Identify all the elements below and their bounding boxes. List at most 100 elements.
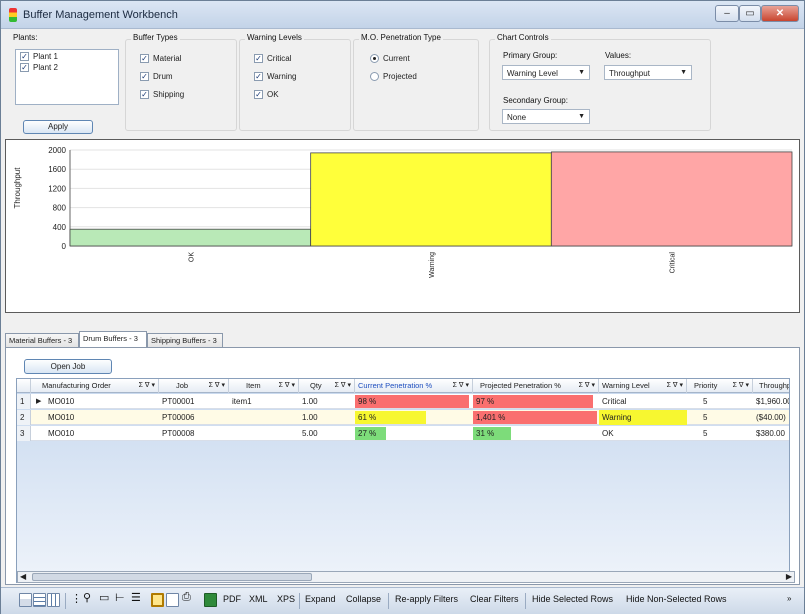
export-xml-button[interactable]: XML [249, 594, 268, 604]
save-icon[interactable] [151, 593, 164, 607]
find-icon[interactable]: ⚲ [83, 591, 91, 604]
cell-throughput[interactable]: ($40.00) [753, 410, 789, 425]
buffer-shipping-checkbox[interactable]: ✓ Shipping [140, 90, 184, 99]
filter-row-icon[interactable]: ▭ [99, 591, 109, 604]
collapse-button[interactable]: Collapse [346, 594, 381, 604]
plant-1-checkbox[interactable]: ✓ Plant 1 [20, 52, 114, 61]
projected-radio[interactable]: Projected [370, 72, 417, 81]
plant-2-checkbox[interactable]: ✓ Plant 2 [20, 63, 114, 72]
column-header-manufacturing-order[interactable]: Manufacturing Order Σ ∇ ▾ [31, 379, 159, 393]
export-xps-button[interactable]: XPS [277, 594, 295, 604]
primary-group-label: Primary Group: [503, 51, 558, 60]
cell-priority[interactable]: 5 [687, 394, 753, 409]
level-ok-checkbox[interactable]: ✓ OK [254, 90, 279, 99]
cell-warning-level[interactable]: OK [599, 426, 687, 441]
cell-job[interactable]: PT00001 [159, 394, 229, 409]
secondary-group-select[interactable]: None ▼ [502, 109, 590, 124]
column-chooser-icon[interactable] [47, 593, 60, 607]
level-warning-checkbox[interactable]: ✓ Warning [254, 72, 297, 81]
row-number[interactable]: 1 [17, 394, 31, 409]
tab-shipping-buffers[interactable]: Shipping Buffers - 3 [147, 333, 223, 347]
cell-priority[interactable]: 5 [687, 426, 753, 441]
sum-filter-icon[interactable]: Σ ∇ ▾ [453, 379, 469, 393]
buffers-grid[interactable]: Manufacturing Order Σ ∇ ▾ Job Σ ∇ ▾ Item Σ … [16, 378, 790, 583]
cell-job[interactable]: PT00006 [159, 410, 229, 425]
values-select[interactable]: Throughput ▼ [604, 65, 692, 80]
cell-priority[interactable]: 5 [687, 410, 753, 425]
tree-icon[interactable]: ⊢ [115, 591, 125, 604]
apply-button[interactable]: Apply [23, 120, 93, 134]
column-header-job[interactable]: Job Σ ∇ ▾ [159, 379, 229, 393]
cell-qty[interactable]: 5.00 [299, 426, 355, 441]
tab-material-buffers[interactable]: Material Buffers - 3 [5, 333, 79, 347]
cell-current-penetration[interactable]: 61 % [355, 410, 473, 425]
grid-view-icon[interactable] [19, 593, 32, 607]
sum-filter-icon[interactable]: Σ ∇ ▾ [667, 379, 683, 393]
cell-warning-level[interactable]: Critical [599, 394, 687, 409]
sum-filter-icon[interactable]: Σ ∇ ▾ [279, 379, 295, 393]
sum-filter-icon[interactable]: Σ ∇ ▾ [733, 379, 749, 393]
row-number[interactable]: 2 [17, 410, 31, 425]
current-radio[interactable]: Current [370, 54, 410, 63]
column-header-warning-level[interactable]: Warning Level Σ ∇ ▾ [599, 379, 687, 393]
cell-manufacturing-order[interactable]: MO010 [45, 426, 157, 441]
table-row[interactable]: 2 MO010 PT00006 1.00 61 % 1,401 % Warning 5 ($40… [17, 410, 789, 425]
cell-item[interactable] [229, 426, 299, 441]
hide-non-selected-rows-button[interactable]: Hide Non-Selected Rows [626, 594, 727, 604]
scroll-left-icon[interactable]: ◀ [20, 572, 26, 581]
cell-throughput[interactable]: $380.00 [753, 426, 789, 441]
column-header-throughput[interactable]: Throughput [753, 379, 789, 393]
cell-current-penetration[interactable]: 27 % [355, 426, 473, 441]
close-button[interactable]: ✕ [761, 5, 799, 22]
excel-icon[interactable] [204, 593, 217, 607]
column-header-priority[interactable]: Priority Σ ∇ ▾ [687, 379, 753, 393]
cell-projected-penetration[interactable]: 1,401 % [473, 410, 599, 425]
reapply-filters-button[interactable]: Re-apply Filters [395, 594, 458, 604]
column-header-qty[interactable]: Qty Σ ∇ ▾ [299, 379, 355, 393]
table-row[interactable]: 3 MO010 PT00008 5.00 27 % 31 % OK 5 $380.00 [17, 426, 789, 441]
hide-selected-rows-button[interactable]: Hide Selected Rows [532, 594, 613, 604]
column-header-current-penetration[interactable]: Current Penetration % Σ ∇ ▾ [355, 379, 473, 393]
scrollbar-thumb[interactable] [32, 573, 312, 581]
cell-item[interactable] [229, 410, 299, 425]
level-critical-checkbox[interactable]: ✓ Critical [254, 54, 291, 63]
export-pdf-button[interactable]: PDF [223, 594, 241, 604]
row-number[interactable]: 3 [17, 426, 31, 441]
print-icon[interactable]: ⎙ [182, 591, 191, 604]
cell-warning-level[interactable]: Warning [599, 410, 687, 425]
minimize-button[interactable]: – [715, 5, 739, 22]
sum-filter-icon[interactable]: Σ ∇ ▾ [335, 379, 351, 393]
sum-filter-icon[interactable]: Σ ∇ ▾ [579, 379, 595, 393]
cell-manufacturing-order[interactable]: MO010 [45, 394, 157, 409]
horizontal-scrollbar[interactable]: ◀ ▶ [17, 571, 795, 583]
expand-button[interactable]: Expand [305, 594, 336, 604]
table-view-icon[interactable] [33, 593, 46, 607]
cell-projected-penetration[interactable]: 31 % [473, 426, 599, 441]
primary-group-select[interactable]: Warning Level ▼ [502, 65, 590, 80]
column-header-projected-penetration[interactable]: Projected Penetration % Σ ∇ ▾ [473, 379, 599, 393]
buffer-drum-checkbox[interactable]: ✓ Drum [140, 72, 173, 81]
open-job-button[interactable]: Open Job [24, 359, 112, 374]
main-window: Buffer Management Workbench – ▭ ✕ Plants… [0, 0, 805, 614]
cell-throughput[interactable]: $1,960.00 [753, 394, 789, 409]
sum-filter-icon[interactable]: Σ ∇ ▾ [209, 379, 225, 393]
tab-drum-buffers[interactable]: Drum Buffers - 3 [79, 331, 147, 347]
scroll-right-icon[interactable]: ▶ [786, 572, 792, 581]
group-by-icon[interactable]: ☰ [131, 591, 141, 604]
cell-manufacturing-order[interactable]: MO010 [45, 410, 157, 425]
cell-projected-penetration[interactable]: 97 % [473, 394, 599, 409]
cell-item[interactable]: item1 [229, 394, 299, 409]
clear-filters-button[interactable]: Clear Filters [470, 594, 519, 604]
buffer-material-checkbox[interactable]: ✓ Material [140, 54, 181, 63]
cell-current-penetration[interactable]: 98 % [355, 394, 473, 409]
sum-filter-icon[interactable]: Σ ∇ ▾ [139, 379, 155, 393]
maximize-button[interactable]: ▭ [739, 5, 761, 22]
cell-job[interactable]: PT00008 [159, 426, 229, 441]
toolbar-overflow-icon[interactable]: » [787, 594, 791, 603]
cell-qty[interactable]: 1.00 [299, 410, 355, 425]
copy-icon[interactable] [166, 593, 179, 607]
column-header-item[interactable]: Item Σ ∇ ▾ [229, 379, 299, 393]
table-row[interactable]: 1 ▶ MO010 PT00001 item1 1.00 98 % 97 % Critical 5… [17, 394, 789, 409]
plants-listbox[interactable]: ✓ Plant 1 ✓ Plant 2 [15, 49, 119, 105]
cell-qty[interactable]: 1.00 [299, 394, 355, 409]
